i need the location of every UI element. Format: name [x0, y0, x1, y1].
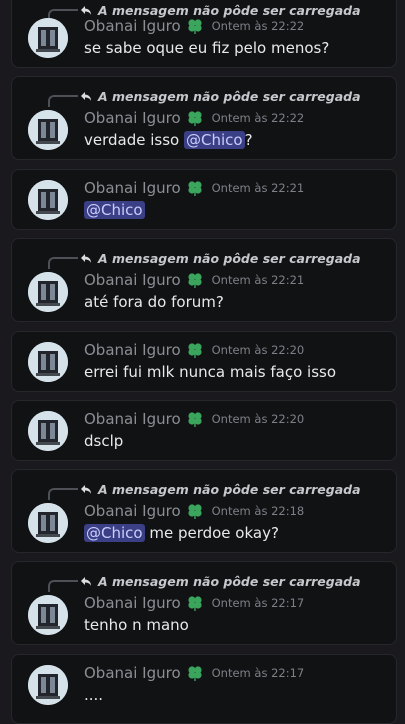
message-content: .... — [84, 686, 104, 704]
message-content: dsclp — [84, 432, 124, 450]
avatar[interactable] — [28, 411, 68, 451]
timestamp: Ontem às 22:18 — [211, 504, 305, 518]
reply-connector — [48, 580, 78, 592]
clover-badge-icon — [188, 19, 202, 34]
message-content: errei fui mlk nunca mais faço isso — [84, 363, 337, 381]
message-card[interactable]: Obanai Iguro Ontem às 22:20 errei fui ml… — [11, 331, 397, 392]
timestamp: Ontem às 22:20 — [211, 343, 305, 357]
message-card[interactable]: A mensagem não pôde ser carregada Obanai… — [11, 561, 397, 645]
avatar[interactable] — [28, 18, 68, 58]
avatar[interactable] — [28, 595, 68, 635]
reply-arrow-icon — [81, 92, 91, 101]
message-content: @Chico — [84, 201, 145, 219]
reply-connector — [48, 257, 78, 269]
timestamp: Ontem às 22:21 — [211, 273, 305, 287]
clover-badge-icon — [188, 504, 202, 519]
author-name[interactable]: Obanai Iguro — [84, 664, 181, 682]
timestamp: Ontem às 22:22 — [211, 19, 305, 33]
clover-badge-icon — [188, 596, 202, 611]
timestamp: Ontem às 22:22 — [211, 111, 305, 125]
reply-connector — [48, 95, 78, 107]
reply-connector — [48, 488, 78, 500]
author-name[interactable]: Obanai Iguro — [84, 271, 181, 289]
clover-badge-icon — [188, 181, 202, 196]
author-name[interactable]: Obanai Iguro — [84, 594, 181, 612]
reply-text: A mensagem não pôde ser carregada — [98, 481, 361, 497]
message-card[interactable]: Obanai Iguro Ontem às 22:20 dsclp — [11, 400, 397, 461]
message-content: se sabe oque eu fiz pelo menos? — [84, 39, 330, 57]
reply-preview[interactable]: A mensagem não pôde ser carregada — [80, 480, 361, 498]
reply-preview[interactable]: A mensagem não pôde ser carregada — [80, 572, 361, 590]
author-name[interactable]: Obanai Iguro — [84, 179, 181, 197]
reply-preview[interactable]: A mensagem não pôde ser carregada — [80, 87, 361, 105]
user-mention[interactable]: @Chico — [183, 131, 245, 149]
user-mention[interactable]: @Chico — [84, 201, 145, 219]
clover-badge-icon — [188, 412, 202, 427]
user-mention[interactable]: @Chico — [84, 524, 145, 542]
reply-arrow-icon — [81, 254, 91, 263]
message-card[interactable]: Obanai Iguro Ontem às 22:21 @Chico — [11, 169, 397, 230]
reply-text: A mensagem não pôde ser carregada — [98, 250, 361, 266]
message-content: @Chico me perdoe okay? — [84, 524, 279, 542]
message-content: verdade isso @Chico? — [84, 131, 253, 149]
author-name[interactable]: Obanai Iguro — [84, 341, 181, 359]
message-card[interactable]: A mensagem não pôde ser carregada Obanai… — [11, 238, 397, 322]
avatar[interactable] — [28, 272, 68, 312]
reply-arrow-icon — [81, 485, 91, 494]
clover-badge-icon — [188, 273, 202, 288]
avatar[interactable] — [28, 180, 68, 220]
author-name[interactable]: Obanai Iguro — [84, 109, 181, 127]
avatar[interactable] — [28, 503, 68, 543]
reply-text: A mensagem não pôde ser carregada — [98, 2, 361, 18]
author-name[interactable]: Obanai Iguro — [84, 502, 181, 520]
timestamp: Ontem às 22:17 — [211, 666, 305, 680]
timestamp: Ontem às 22:17 — [211, 596, 305, 610]
reply-arrow-icon — [81, 577, 91, 586]
message-card[interactable]: A mensagem não pôde ser carregada Obanai… — [11, 469, 397, 553]
message-card[interactable]: A mensagem não pôde ser carregada Obanai… — [11, 0, 397, 68]
message-card[interactable]: A mensagem não pôde ser carregada Obanai… — [11, 76, 397, 160]
message-content: até fora do forum? — [84, 293, 224, 311]
reply-preview[interactable]: A mensagem não pôde ser carregada — [80, 249, 361, 267]
avatar[interactable] — [28, 665, 68, 705]
message-content: tenho n mano — [84, 616, 189, 634]
avatar[interactable] — [28, 110, 68, 150]
timestamp: Ontem às 22:21 — [211, 181, 305, 195]
clover-badge-icon — [188, 666, 202, 681]
avatar[interactable] — [28, 342, 68, 382]
reply-arrow-icon — [81, 6, 91, 15]
reply-text: A mensagem não pôde ser carregada — [98, 573, 361, 589]
author-name[interactable]: Obanai Iguro — [84, 17, 181, 35]
reply-text: A mensagem não pôde ser carregada — [98, 88, 361, 104]
clover-badge-icon — [188, 343, 202, 358]
clover-badge-icon — [188, 111, 202, 126]
timestamp: Ontem às 22:20 — [211, 412, 305, 426]
author-name[interactable]: Obanai Iguro — [84, 410, 181, 428]
